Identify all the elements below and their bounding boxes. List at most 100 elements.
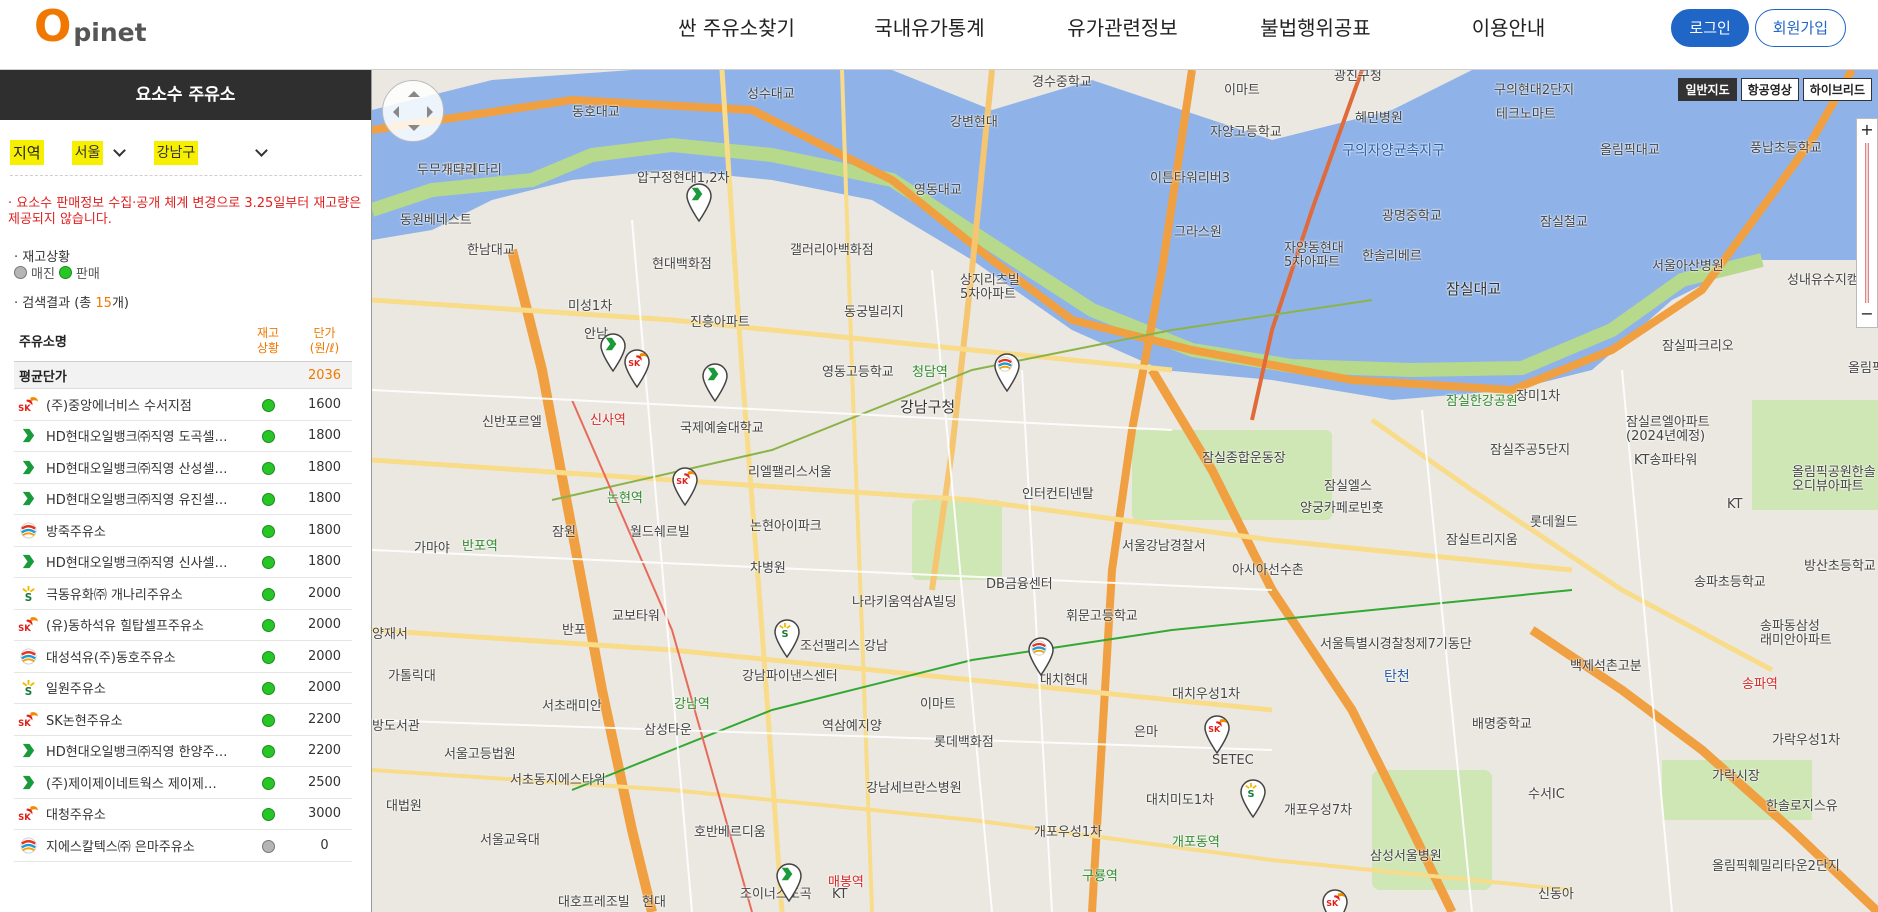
map-type-normal[interactable]: 일반지도 [1678,78,1737,101]
pan-up-icon[interactable] [408,85,420,97]
station-name-cell[interactable]: HD현대오일뱅크㈜직영 한양주유소 [14,741,239,760]
station-name-cell[interactable]: S 일원주유소 [14,678,239,697]
map-place-label: 리엘팰리스서울 [748,465,832,480]
opinet-logo[interactable]: O pinet [34,4,147,54]
zoom-out-button[interactable]: − [1857,303,1877,327]
station-name[interactable]: HD현대오일뱅크㈜직영 신사셀프주유소 [42,552,228,571]
station-map-marker[interactable]: SK [1202,714,1232,754]
nav-illegal-notice[interactable]: 불법행위공표 [1219,10,1412,46]
station-name-cell[interactable]: SK (유)동하석유 힐탑셀프주유소 [14,615,239,634]
map-place-label: 탄천 [1384,669,1410,685]
station-name-cell[interactable]: HD현대오일뱅크㈜직영 도곡셀프주유소 [14,426,239,445]
district-select[interactable]: 강남구 [153,140,268,165]
map-view[interactable]: 경수중학교 광진구청 구의현대2단지 성수대교 동호대교 이마트 혜민병원 테크노마트 강변현대… [372,70,1878,912]
s-oil-logo-icon: S [14,584,42,602]
station-row[interactable]: HD현대오일뱅크㈜직영 산성셀프주유소 1800 [14,452,352,484]
station-name-cell[interactable]: SK SK논현주유소 [14,710,239,729]
station-name[interactable]: 지에스칼텍스㈜ 은마주유소 [42,836,228,855]
join-button[interactable]: 회원가입 [1754,9,1846,47]
zoom-slider[interactable] [1865,143,1869,303]
nav-cheap-station[interactable]: 싼 주유소찾기 [640,10,833,46]
logo-text: pinet [73,18,147,47]
station-row[interactable]: 대성석유(주)동호주유소 2000 [14,641,352,673]
station-name[interactable]: 대청주유소 [42,804,228,823]
avg-price: 2036 [307,367,342,383]
hd-oilbank-logo-icon [14,742,42,760]
map-type-hybrid[interactable]: 하이브리드 [1802,78,1872,101]
map-place-label: 조선팰리스 강남 [800,639,888,654]
map-place-label: 서초래미안 [542,699,602,714]
station-name[interactable]: SK논현주유소 [42,710,228,729]
station-name-cell[interactable]: SK (주)중앙에너비스 수서지점 [14,395,239,414]
station-map-marker[interactable]: S [1238,778,1268,818]
station-row[interactable]: SK 대청주유소 3000 [14,799,352,830]
sale-dot-icon [261,461,275,475]
station-row[interactable]: 방죽주유소 1800 [14,515,352,547]
station-name[interactable]: 방죽주유소 [42,521,228,540]
station-row[interactable]: S 일원주유소 2000 [14,673,352,704]
station-map-marker[interactable]: SK [670,466,700,506]
station-row[interactable]: 지에스칼텍스㈜ 은마주유소 0 [14,830,352,862]
station-name-cell[interactable]: HD현대오일뱅크㈜직영 유진셀프주유소 [14,489,239,508]
station-name[interactable]: HD현대오일뱅크㈜직영 산성셀프주유소 [42,458,228,477]
site-header: O pinet 싼 주유소찾기 국내유가통계 유가관련정보 불법행위공표 이용안… [0,0,1878,70]
station-row[interactable]: HD현대오일뱅크㈜직영 도곡셀프주유소 1800 [14,421,352,452]
station-name[interactable]: HD현대오일뱅크㈜직영 도곡셀프주유소 [42,426,228,445]
station-name-cell[interactable]: HD현대오일뱅크㈜직영 신사셀프주유소 [14,552,239,571]
map-place-label: 아시아선수촌 [1232,563,1304,578]
station-name-cell[interactable]: 대성석유(주)동호주유소 [14,647,239,666]
station-map-marker[interactable] [684,182,714,222]
station-row[interactable]: HD현대오일뱅크㈜직영 신사셀프주유소 1800 [14,547,352,578]
station-row[interactable]: (주)제이제이네트웍스 제이제이주유소 2500 [14,767,352,799]
map-type-aerial[interactable]: 항공영상 [1740,78,1799,101]
station-name[interactable]: 대성석유(주)동호주유소 [42,647,228,666]
station-row[interactable]: SK (주)중앙에너비스 수서지점 1600 [14,389,352,421]
station-name-cell[interactable]: S 극동유화㈜ 개나리주유소 [14,584,239,603]
station-map-marker[interactable]: SK [622,348,652,388]
station-name[interactable]: 극동유화㈜ 개나리주유소 [42,584,228,603]
station-name[interactable]: 일원주유소 [42,678,228,697]
pan-down-icon[interactable] [408,125,420,137]
station-map-marker[interactable]: SK [1320,888,1350,912]
map-place-label: 방도서관 [372,719,420,734]
station-name-cell[interactable]: SK 대청주유소 [14,804,239,823]
station-name[interactable]: HD현대오일뱅크㈜직영 한양주유소 [42,741,228,760]
gs-caltex-logo-icon [1031,640,1051,660]
station-row[interactable]: HD현대오일뱅크㈜직영 유진셀프주유소 1800 [14,484,352,515]
station-name[interactable]: (주)중앙에너비스 수서지점 [42,395,228,414]
nav-guide[interactable]: 이용안내 [1412,10,1605,46]
map-place-label: 잠실철교 [1540,215,1588,230]
station-row[interactable]: SK (유)동하석유 힐탑셀프주유소 2000 [14,610,352,641]
city-select[interactable]: 서울 [71,140,144,165]
station-name[interactable]: (주)제이제이네트웍스 제이제이주유소 [42,773,228,792]
station-name[interactable]: HD현대오일뱅크㈜직영 유진셀프주유소 [42,489,228,508]
station-name-cell[interactable]: 지에스칼텍스㈜ 은마주유소 [14,836,239,855]
login-button[interactable]: 로그인 [1671,9,1749,47]
map-place-label: 송파역 [1742,677,1778,692]
station-map-marker[interactable] [700,362,730,402]
station-name-cell[interactable]: 방죽주유소 [14,521,239,540]
station-map-marker[interactable] [774,862,804,902]
station-row[interactable]: S 극동유화㈜ 개나리주유소 2000 [14,578,352,610]
pan-right-icon[interactable] [427,106,439,118]
station-name-cell[interactable]: (주)제이제이네트웍스 제이제이주유소 [14,773,239,792]
station-map-marker[interactable] [1026,636,1056,676]
average-price-row: 평균단가 2036 [14,362,352,389]
auth-buttons: 로그인 회원가입 [1671,9,1846,47]
station-map-marker[interactable]: S [772,618,802,658]
station-row[interactable]: HD현대오일뱅크㈜직영 한양주유소 2200 [14,736,352,767]
map-place-label: 양궁카페로빈훗 [1300,501,1384,516]
station-map-marker[interactable] [992,352,1022,392]
zoom-in-button[interactable]: + [1857,119,1877,143]
nav-domestic-stats[interactable]: 국내유가통계 [833,10,1026,46]
sale-dot-icon [58,266,72,279]
map-place-label: 올림픽훼밀리타운2단지 [1712,859,1840,874]
station-name-cell[interactable]: HD현대오일뱅크㈜직영 산성셀프주유소 [14,458,239,477]
sale-dot-icon [261,776,275,790]
station-row[interactable]: SK SK논현주유소 2200 [14,704,352,736]
map-pan-control[interactable] [382,80,444,142]
map-place-label: 장미1차 [1516,389,1561,404]
station-name[interactable]: (유)동하석유 힐탑셀프주유소 [42,615,228,634]
nav-price-info[interactable]: 유가관련정보 [1026,10,1219,46]
pan-left-icon[interactable] [387,106,399,118]
